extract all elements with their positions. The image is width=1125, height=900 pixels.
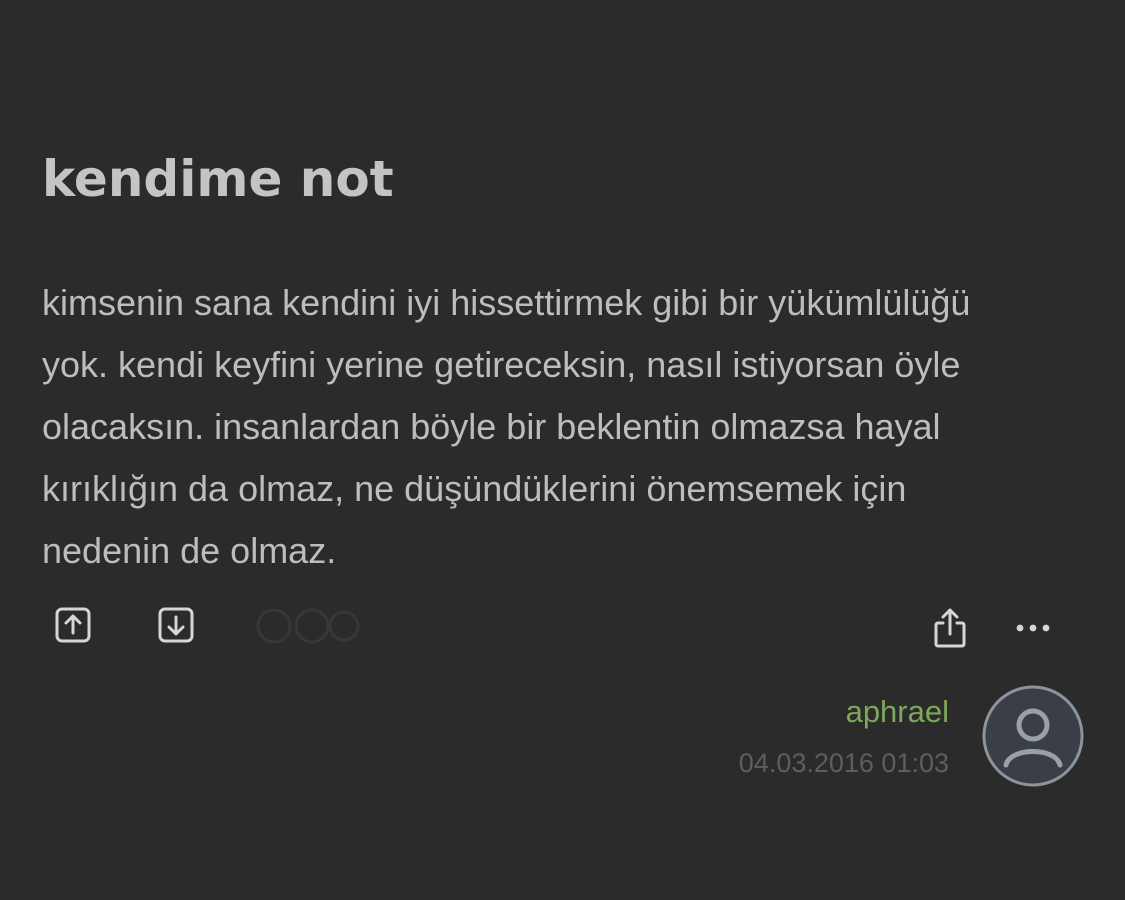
- entry-card: kendime not kimsenin sana kendini iyi hi…: [0, 0, 1125, 900]
- entry-body-line: kimsenin sana kendini iyi hissettirmek g…: [42, 282, 971, 323]
- arrow-down-box-icon: [158, 607, 194, 643]
- entry-body-line: nedenin de olmaz.: [42, 530, 337, 571]
- entry-body: kimsenin sana kendini iyi hissettirmek g…: [42, 272, 1082, 582]
- entry-body-line: yok. kendi keyfini yerine getireceksin, …: [42, 344, 961, 385]
- entry-body-line: olacaksın. insanlardan böyle bir beklent…: [42, 406, 941, 447]
- more-options-button[interactable]: [1010, 612, 1056, 644]
- share-icon: [934, 608, 966, 648]
- avatar[interactable]: [982, 685, 1084, 787]
- entry-title[interactable]: kendime not: [42, 150, 394, 208]
- user-avatar-icon: [982, 685, 1084, 787]
- arrow-up-box-icon: [55, 607, 91, 643]
- entry-body-line: kırıklığın da olmaz, ne düşündüklerini ö…: [42, 468, 907, 509]
- share-button[interactable]: [928, 604, 972, 652]
- author-name[interactable]: aphrael: [846, 694, 949, 730]
- faded-favorite-icon: [256, 608, 360, 644]
- downvote-button[interactable]: [155, 604, 197, 646]
- entry-timestamp[interactable]: 04.03.2016 01:03: [739, 748, 949, 779]
- more-dots-icon: [1016, 624, 1050, 632]
- upvote-button[interactable]: [52, 604, 94, 646]
